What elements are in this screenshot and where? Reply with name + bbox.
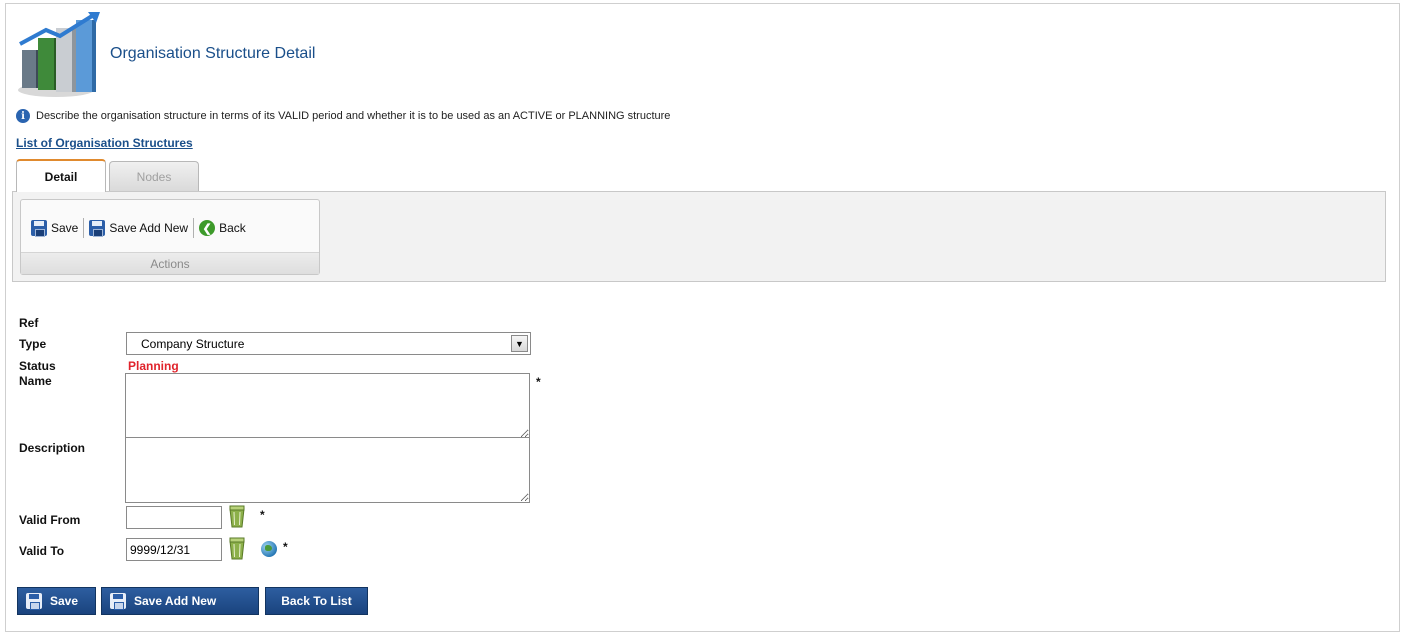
type-select[interactable]: Company Structure ▼	[126, 332, 531, 355]
name-label: Name	[19, 374, 52, 388]
toolbar-separator	[83, 218, 85, 238]
info-message: i Describe the organisation structure in…	[16, 108, 670, 124]
toolbar-save-label: Save	[51, 221, 79, 235]
back-to-list-button[interactable]: Back To List	[265, 587, 368, 615]
tab-detail[interactable]: Detail	[16, 159, 106, 192]
valid-to-input[interactable]	[126, 538, 222, 561]
bar-chart-logo-icon	[18, 12, 100, 97]
calendar-icon[interactable]	[228, 536, 246, 560]
toolbar-panel: Save Save Add New ❮ Back Actions	[12, 191, 1386, 282]
actions-row: Save Save Add New ❮ Back	[27, 217, 250, 239]
toolbar-save-add-new-label: Save Add New	[109, 221, 189, 235]
tab-nodes[interactable]: Nodes	[109, 161, 199, 192]
back-arrow-icon: ❮	[199, 220, 216, 236]
toolbar-back-label: Back	[219, 221, 246, 235]
chevron-down-icon[interactable]: ▼	[511, 335, 528, 352]
calendar-icon[interactable]	[228, 504, 246, 528]
valid-from-required-marker: *	[260, 508, 265, 522]
toolbar-save-add-new-button[interactable]: Save Add New	[85, 220, 192, 237]
toolbar-separator	[193, 218, 195, 238]
floppy-disk-icon	[26, 593, 42, 610]
floppy-disk-icon	[89, 220, 106, 237]
valid-to-required-marker: *	[283, 540, 288, 554]
floppy-disk-icon	[31, 220, 47, 237]
info-icon: i	[16, 109, 30, 123]
name-required-marker: *	[536, 375, 541, 389]
status-value: Planning	[128, 359, 179, 373]
save-add-new-button-label: Save Add New	[134, 594, 217, 608]
description-label: Description	[19, 441, 86, 455]
list-of-organisation-structures-link[interactable]: List of Organisation Structures	[16, 136, 193, 150]
tab-bar: Detail Nodes	[16, 159, 199, 192]
valid-from-input[interactable]	[126, 506, 222, 529]
name-field[interactable]	[125, 373, 530, 439]
back-to-list-button-label: Back To List	[281, 594, 352, 608]
actions-group: Save Save Add New ❮ Back Actions	[20, 199, 320, 275]
save-add-new-button[interactable]: Save Add New	[101, 587, 259, 615]
globe-icon[interactable]	[261, 541, 277, 557]
toolbar-save-button[interactable]: Save	[27, 220, 82, 237]
info-text: Describe the organisation structure in t…	[36, 110, 671, 122]
floppy-disk-icon	[110, 593, 126, 610]
actions-caption: Actions	[21, 252, 319, 274]
description-field[interactable]	[125, 437, 530, 503]
save-button-label: Save	[50, 594, 79, 608]
save-button[interactable]: Save	[17, 587, 96, 615]
page-title: Organisation Structure Detail	[110, 45, 316, 62]
type-select-value: Company Structure	[141, 336, 245, 351]
valid-to-label: Valid To	[19, 544, 65, 558]
toolbar-back-button[interactable]: ❮ Back	[195, 220, 250, 236]
type-label: Type	[19, 337, 47, 351]
ref-label: Ref	[19, 316, 39, 330]
valid-from-label: Valid From	[19, 513, 81, 527]
status-label: Status	[19, 359, 56, 373]
